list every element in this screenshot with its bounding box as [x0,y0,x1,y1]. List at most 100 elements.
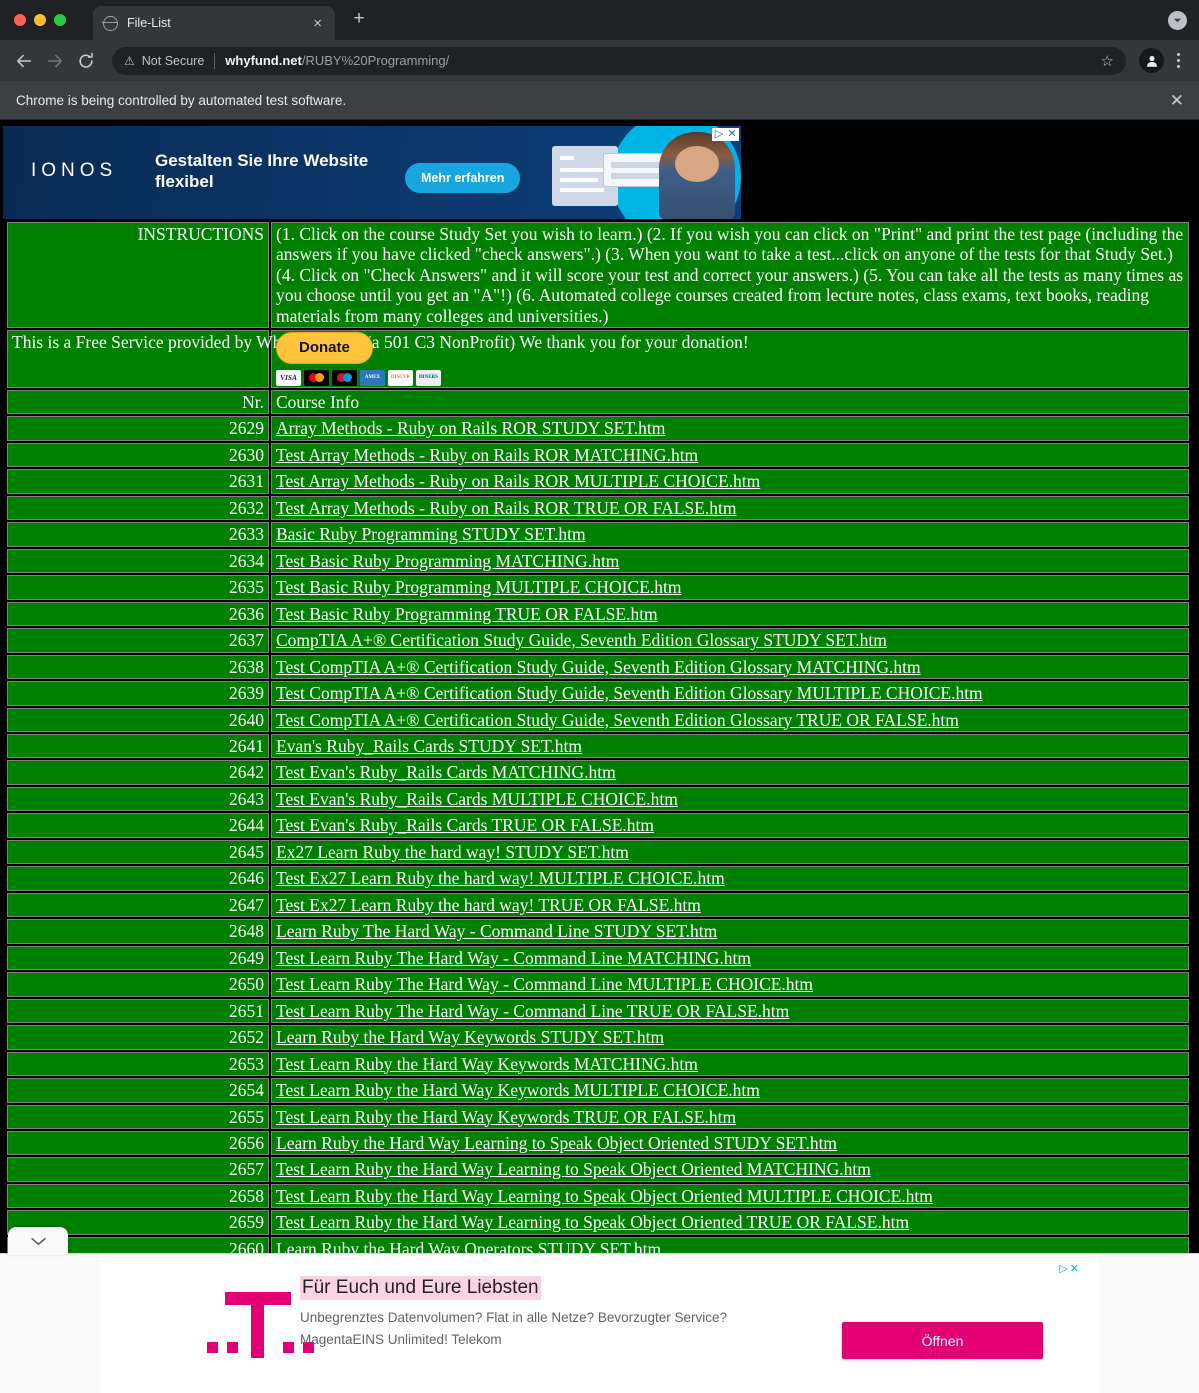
donate-button[interactable]: Donate [276,332,373,364]
course-file-link[interactable]: Test Ex27 Learn Ruby the hard way! TRUE … [276,895,701,915]
table-row: 2653 Test Learn Ruby the Hard Way Keyword… [7,1051,1189,1077]
course-file-link[interactable]: Test Learn Ruby The Hard Way - Command L… [276,1001,789,1021]
tab-search-icon[interactable] [1168,11,1187,30]
reload-button[interactable] [72,47,100,75]
row-number: 2640 [7,707,269,732]
globe-icon [102,15,118,31]
row-course-info: Array Methods - Ruby on Rails ROR STUDY … [271,416,1189,441]
free-service-note: This is a Free Service provided by Why F… [7,330,749,388]
table-row: 2629 Array Methods - Ruby on Rails ROR ST… [7,416,1189,441]
course-file-link[interactable]: Evan's Ruby_Rails Cards STUDY SET.htm [276,736,582,756]
row-course-info: Test Ex27 Learn Ruby the hard way! TRUE … [271,892,1189,918]
course-file-link[interactable]: Learn Ruby the Hard Way Keywords STUDY S… [276,1027,664,1047]
maximize-window-button[interactable] [54,14,66,26]
course-file-link[interactable]: Test Learn Ruby the Hard Way Learning to… [276,1159,871,1179]
course-file-link[interactable]: Test Basic Ruby Programming MATCHING.htm [276,551,619,571]
url-host: whyfund.net [225,53,302,68]
row-number: 2629 [7,416,269,441]
omnibox-divider [214,52,216,69]
course-file-link[interactable]: Test Evan's Ruby_Rails Cards MATCHING.ht… [276,762,616,782]
course-file-link[interactable]: Test Ex27 Learn Ruby the hard way! MULTI… [276,868,725,888]
adchoices-icon[interactable]: ▷ [1059,1262,1067,1275]
row-number: 2654 [7,1078,269,1103]
bottom-adchoices-controls[interactable]: ▷ ✕ [1059,1262,1079,1275]
row-course-info: Test Basic Ruby Programming TRUE OR FALS… [271,601,1189,627]
course-file-link[interactable]: Learn Ruby the Hard Way Learning to Spea… [276,1133,837,1153]
payment-card-icons: VISA AMEX DISCVR DINERS [276,369,1184,386]
window-controls [14,14,66,26]
row-number: 2655 [7,1104,269,1130]
course-file-link[interactable]: Test Learn Ruby the Hard Way Keywords TR… [276,1107,736,1127]
course-file-link[interactable]: Test Array Methods - Ruby on Rails ROR M… [276,445,698,465]
table-row: 2634 Test Basic Ruby Programming MATCHING… [7,548,1189,574]
collapse-ad-button[interactable] [8,1227,68,1255]
bottom-ad-line1: Unbegrenztes Datenvolumen? Flat in alle … [300,1310,727,1325]
course-file-link[interactable]: Test Learn Ruby The Hard Way - Command L… [276,974,813,994]
telekom-logo [205,1292,315,1358]
course-file-link[interactable]: Test Learn Ruby the Hard Way Learning to… [276,1186,933,1206]
row-course-info: Ex27 Learn Ruby the hard way! STUDY SET.… [271,839,1189,865]
bookmark-star-icon[interactable]: ☆ [1101,52,1114,70]
close-icon[interactable]: ✕ [1070,1262,1079,1275]
close-icon[interactable]: ✕ [726,129,738,140]
account-icon[interactable] [1139,48,1164,73]
bottom-ad-content[interactable]: Für Euch und Eure Liebsten Unbegrenztes … [100,1254,1099,1393]
table-row: 2647 Test Ex27 Learn Ruby the hard way! T… [7,892,1189,918]
table-row: 2656 Learn Ruby the Hard Way Learning to … [7,1131,1189,1156]
row-number: 2643 [7,786,269,812]
course-file-link[interactable]: Test Evan's Ruby_Rails Cards TRUE OR FAL… [276,815,654,835]
address-bar[interactable]: ⚠ Not Secure whyfund.net/RUBY%20Programm… [112,46,1126,75]
new-tab-button[interactable]: + [346,7,372,33]
kebab-menu-icon[interactable] [1167,47,1189,75]
course-file-link[interactable]: Test Learn Ruby the Hard Way Keywords MU… [276,1080,760,1100]
course-file-link[interactable]: Ex27 Learn Ruby the hard way! STUDY SET.… [276,842,629,862]
course-file-link[interactable]: Test Learn Ruby The Hard Way - Command L… [276,948,751,968]
course-file-link[interactable]: Basic Ruby Programming STUDY SET.htm [276,524,586,544]
table-row: 2658 Test Learn Ruby the Hard Way Learnin… [7,1183,1189,1209]
tab-file-list[interactable]: File-List × [93,6,335,40]
close-icon[interactable]: × [310,16,325,31]
mastercard-icon [304,369,329,386]
ad-cta-button[interactable]: Mehr erfahren [405,163,521,193]
course-file-link[interactable]: Test CompTIA A+® Certification Study Gui… [276,710,959,730]
tab-strip: File-List × + [0,0,1199,40]
course-file-link[interactable]: Array Methods - Ruby on Rails ROR STUDY … [276,418,665,438]
course-file-link[interactable]: Test Basic Ruby Programming TRUE OR FALS… [276,604,658,624]
back-button[interactable] [10,47,38,75]
course-file-link[interactable]: Learn Ruby The Hard Way - Command Line S… [276,921,717,941]
course-file-link[interactable]: Test CompTIA A+® Certification Study Gui… [276,683,983,703]
course-file-link[interactable]: Test Array Methods - Ruby on Rails ROR M… [276,471,760,491]
row-number: 2652 [7,1025,269,1050]
minimize-window-button[interactable] [34,14,46,26]
row-number: 2641 [7,733,269,759]
bottom-ad-open-button[interactable]: Öffnen [842,1322,1043,1359]
row-number: 2649 [7,945,269,971]
course-file-link[interactable]: Test Learn Ruby the Hard Way Keywords MA… [276,1054,698,1074]
close-icon[interactable]: ✕ [1170,92,1184,109]
course-file-link[interactable]: Test Basic Ruby Programming MULTIPLE CHO… [276,577,681,597]
row-number: 2637 [7,628,269,653]
course-file-link[interactable]: Test Array Methods - Ruby on Rails ROR T… [276,498,736,518]
bottom-ad-line2: MagentaEINS Unlimited! Telekom [300,1332,502,1347]
row-number: 2635 [7,575,269,600]
course-file-link[interactable]: Test Learn Ruby the Hard Way Learning to… [276,1212,909,1232]
course-file-link[interactable]: Test CompTIA A+® Certification Study Gui… [276,657,921,677]
row-course-info: Learn Ruby the Hard Way Keywords STUDY S… [271,1025,1189,1050]
tab-title: File-List [127,16,171,30]
close-window-button[interactable] [14,14,26,26]
course-file-link[interactable]: Test Evan's Ruby_Rails Cards MULTIPLE CH… [276,789,678,809]
row-number: 2648 [7,919,269,944]
adchoices-controls[interactable]: ▷ ✕ [712,128,739,141]
course-file-link[interactable]: CompTIA A+® Certification Study Guide, S… [276,630,887,650]
row-number: 2653 [7,1051,269,1077]
table-row: 2643 Test Evan's Ruby_Rails Cards MULTIPL… [7,786,1189,812]
row-course-info: Test Learn Ruby The Hard Way - Command L… [271,972,1189,997]
forward-button[interactable] [41,47,69,75]
amex-icon: AMEX [360,369,385,386]
row-number: 2642 [7,760,269,785]
row-course-info: Test Learn Ruby the Hard Way Learning to… [271,1210,1189,1235]
row-course-info: Test Learn Ruby the Hard Way Learning to… [271,1157,1189,1182]
ionos-banner-ad[interactable]: IONOS Gestalten Sie Ihre Website flexibe… [3,126,741,219]
adchoices-icon[interactable]: ▷ [713,129,725,140]
table-row: 2654 Test Learn Ruby the Hard Way Keyword… [7,1078,1189,1103]
